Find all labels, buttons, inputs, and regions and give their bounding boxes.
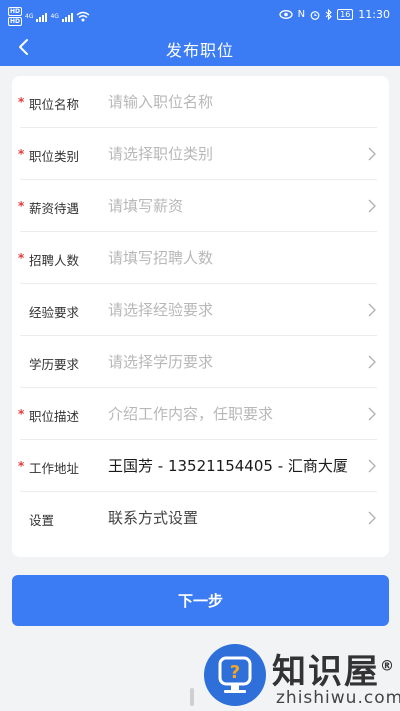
page-title: 发布职位 <box>165 41 234 60</box>
field-label: 职位名称 <box>29 97 80 112</box>
watermark-title: 知识屋® <box>272 652 396 692</box>
status-bar: HD HD 4G 4G N 16 11:30 <box>0 0 400 32</box>
required-mark: * <box>18 459 25 473</box>
hd-badge-2: HD <box>8 17 23 26</box>
job-form-card: * 职位名称 请输入职位名称 * 职位类别 请选择职位类别 * 薪资待遇 请填写… <box>12 76 389 557</box>
nfc-icon: N <box>297 9 306 20</box>
battery-icon: 16 <box>337 9 354 20</box>
field-label: 招聘人数 <box>29 253 80 268</box>
home-indicator <box>190 688 194 706</box>
chevron-right-icon <box>368 511 376 525</box>
field-label: 经验要求 <box>29 305 80 320</box>
required-mark: * <box>18 407 25 421</box>
chevron-right-icon <box>368 459 376 473</box>
address-select[interactable]: 王国芳 - 13521154405 - 汇商大厦 <box>108 455 370 476</box>
chevron-right-icon <box>368 355 376 369</box>
education-select[interactable]: 请选择学历要求 <box>108 351 370 372</box>
nav-bar: 发布职位 <box>0 32 400 62</box>
chevron-right-icon <box>368 199 376 213</box>
watermark-logo: ? <box>204 644 266 706</box>
field-label: 职位类别 <box>29 149 80 164</box>
field-salary[interactable]: * 薪资待遇 请填写薪资 <box>12 180 389 232</box>
field-address[interactable]: * 工作地址 王国芳 - 13521154405 - 汇商大厦 <box>12 440 389 492</box>
field-label: 学历要求 <box>29 357 80 372</box>
required-mark: * <box>18 95 25 109</box>
next-step-button[interactable]: 下一步 <box>12 575 389 626</box>
hd-badge-1: HD <box>8 7 23 16</box>
job-name-input[interactable]: 请输入职位名称 <box>108 91 370 112</box>
status-right: N 16 11:30 <box>278 8 390 21</box>
app-header: HD HD 4G 4G N 16 11:30 发布职位 <box>0 0 400 66</box>
field-job-name[interactable]: * 职位名称 请输入职位名称 <box>12 76 389 128</box>
field-description[interactable]: * 职位描述 介绍工作内容，任职要求 <box>12 388 389 440</box>
watermark-url: zhishiwu.com <box>276 688 400 708</box>
field-headcount[interactable]: * 招聘人数 请填写招聘人数 <box>12 232 389 284</box>
svg-text:?: ? <box>230 662 240 683</box>
bluetooth-icon <box>325 9 332 20</box>
field-label: 职位描述 <box>29 409 80 424</box>
experience-select[interactable]: 请选择经验要求 <box>108 299 370 320</box>
required-mark: * <box>18 147 25 161</box>
field-label: 薪资待遇 <box>29 201 80 216</box>
chevron-right-icon <box>368 147 376 161</box>
job-category-select[interactable]: 请选择职位类别 <box>108 143 370 164</box>
field-label: 设置 <box>29 513 55 528</box>
required-mark: * <box>18 199 25 213</box>
wifi-icon <box>76 11 90 22</box>
network-type-2: 4G <box>50 13 59 20</box>
contact-settings-select[interactable]: 联系方式设置 <box>108 507 370 528</box>
chevron-right-icon <box>368 303 376 317</box>
description-input[interactable]: 介绍工作内容，任职要求 <box>108 403 370 424</box>
signal-icon <box>36 12 48 22</box>
status-left: HD HD 4G 4G <box>8 7 90 26</box>
clock: 11:30 <box>358 8 390 21</box>
field-job-category[interactable]: * 职位类别 请选择职位类别 <box>12 128 389 180</box>
headcount-input[interactable]: 请填写招聘人数 <box>108 247 370 268</box>
required-mark: * <box>18 251 25 265</box>
salary-input[interactable]: 请填写薪资 <box>108 195 370 216</box>
signal-icon-2 <box>61 12 73 22</box>
chevron-right-icon <box>368 407 376 421</box>
field-experience[interactable]: 经验要求 请选择经验要求 <box>12 284 389 336</box>
site-watermark: ? 知识屋® zhishiwu.com <box>200 642 400 711</box>
field-contact-settings[interactable]: 设置 联系方式设置 <box>12 492 389 544</box>
alarm-icon <box>310 10 320 20</box>
field-education[interactable]: 学历要求 请选择学历要求 <box>12 336 389 388</box>
network-type-1: 4G <box>25 13 34 20</box>
eye-icon <box>278 10 293 19</box>
help-monitor-icon: ? <box>218 656 252 693</box>
field-label: 工作地址 <box>29 461 80 476</box>
